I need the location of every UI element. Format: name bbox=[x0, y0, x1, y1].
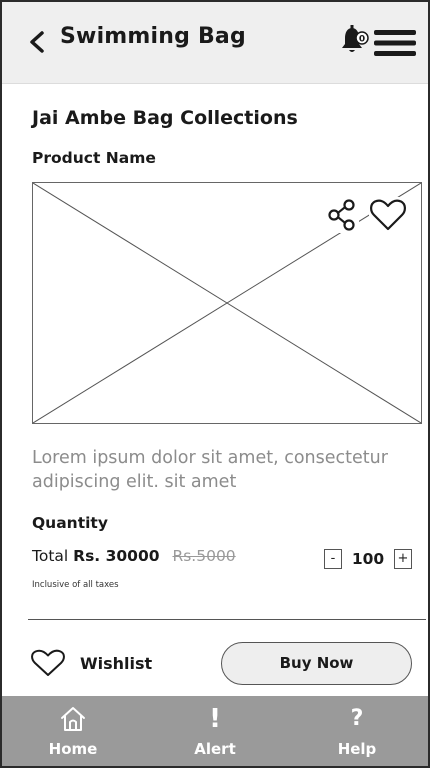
alert-icon: ! bbox=[209, 704, 221, 734]
old-price: Rs.5000 bbox=[172, 547, 236, 565]
buy-now-button[interactable]: Buy Now bbox=[221, 642, 412, 685]
divider bbox=[28, 619, 426, 620]
help-icon: ? bbox=[350, 706, 364, 731]
quantity-label: Quantity bbox=[32, 514, 108, 532]
nav-label-home: Home bbox=[48, 740, 98, 758]
product-description: Lorem ipsum dolor sit amet, consectetur … bbox=[32, 448, 388, 492]
favorite-heart-icon[interactable] bbox=[369, 197, 407, 233]
nav-item-home[interactable]: Home bbox=[2, 696, 144, 766]
total-label: Total bbox=[32, 547, 69, 565]
back-arrow-icon[interactable] bbox=[24, 26, 52, 58]
decrement-button[interactable]: - bbox=[324, 549, 342, 569]
bottom-navigation: Home ! Alert ? Help bbox=[2, 696, 428, 766]
notification-bell-icon[interactable]: 0 bbox=[340, 24, 370, 56]
brand-name: Jai Ambe Bag Collections bbox=[32, 107, 298, 129]
nav-label-alert: Alert bbox=[194, 740, 236, 758]
wishlist-button[interactable]: Wishlist bbox=[30, 648, 152, 678]
wishlist-heart-icon bbox=[31, 649, 65, 676]
nav-item-alert[interactable]: ! Alert bbox=[144, 696, 286, 766]
tax-note: Inclusive of all taxes bbox=[32, 580, 119, 590]
home-icon bbox=[61, 707, 85, 731]
share-icon[interactable] bbox=[325, 197, 359, 233]
quantity-value: 100 bbox=[351, 550, 385, 568]
total-price-row: Total Rs. 30000 Rs.5000 bbox=[32, 547, 236, 565]
nav-label-help: Help bbox=[337, 740, 377, 758]
hamburger-menu-icon[interactable] bbox=[374, 28, 416, 58]
notification-count: 0 bbox=[359, 35, 365, 45]
product-name-label: Product Name bbox=[32, 149, 156, 167]
app-header: Swimming Bag 0 bbox=[2, 2, 428, 84]
image-placeholder-cross bbox=[33, 183, 421, 423]
page-title: Swimming Bag bbox=[60, 24, 246, 49]
wishlist-label: Wishlist bbox=[80, 653, 153, 673]
quantity-stepper: - 100 + bbox=[324, 548, 412, 570]
increment-button[interactable]: + bbox=[394, 549, 412, 569]
nav-item-help[interactable]: ? Help bbox=[286, 696, 428, 766]
product-image-placeholder bbox=[32, 182, 422, 424]
price-value: Rs. 30000 bbox=[73, 547, 160, 565]
phone-screen: Swimming Bag 0 Jai Ambe Bag Collections … bbox=[0, 0, 430, 768]
